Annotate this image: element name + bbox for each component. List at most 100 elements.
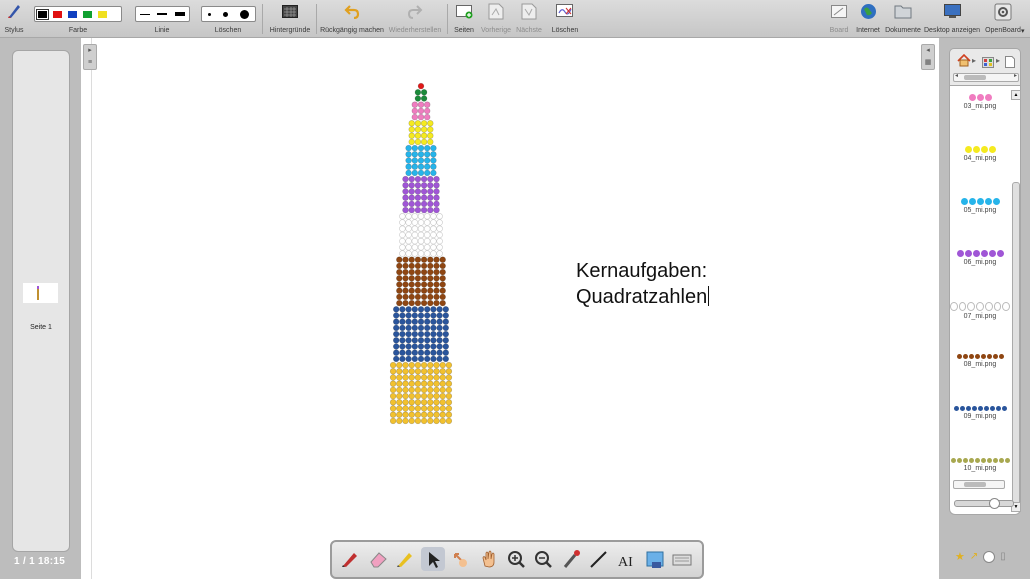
zoom-out-icon [535, 551, 553, 568]
library-breadcrumb: ▸ ▸ ◂ ▸ [949, 48, 1021, 86]
breadcrumb-scrollbar[interactable]: ◂ ▸ [953, 73, 1019, 82]
undo-button[interactable]: Rückgängig machen [320, 0, 384, 37]
laser-tool-button[interactable] [559, 547, 583, 571]
page-thumbnail-list[interactable]: Seite 1 [12, 50, 70, 552]
erase-label: Löschen [214, 27, 242, 34]
favorite-star-icon[interactable]: ★ [955, 550, 965, 563]
library-item-label: 10_mi.png [963, 465, 997, 472]
text-icon: AI [618, 555, 633, 570]
marker-tool-button[interactable] [393, 547, 417, 571]
zoom-slider-handle[interactable] [989, 498, 1000, 509]
library-item-label: 06_mi.png [963, 259, 997, 266]
eraser-medium-button[interactable] [223, 11, 228, 17]
circle-shape-icon[interactable] [983, 550, 996, 563]
redo-icon [407, 3, 423, 19]
color-swatch[interactable] [83, 10, 92, 18]
backgrounds-label: Hintergründe [269, 27, 311, 34]
zoom-out-tool-button[interactable] [531, 547, 555, 571]
library-item[interactable]: 07_mi.png [949, 302, 1011, 320]
library-folder-icon[interactable] [982, 55, 994, 73]
library-actions: ★ ↗ ▯ [955, 550, 1006, 563]
line-thick-button[interactable] [175, 12, 186, 16]
eraser-tool-button[interactable] [366, 547, 390, 571]
pen-tool-button[interactable] [338, 547, 362, 571]
library-item[interactable]: 03_mi.png [950, 94, 1010, 110]
color-swatch[interactable] [68, 10, 77, 18]
board-text-box[interactable]: Kernaufgaben: Quadratzahlen [576, 258, 710, 310]
scroll-thumb[interactable] [964, 75, 986, 80]
previous-page-button[interactable]: Vorherige [478, 0, 514, 37]
scroll-left-icon[interactable]: ◂ [955, 72, 958, 79]
interact-tool-button[interactable] [448, 547, 472, 571]
bead-row-thumbnail [949, 302, 1011, 311]
page-icon[interactable] [1005, 55, 1015, 73]
dropdown-arrow-icon[interactable]: ▾ [1021, 27, 1025, 35]
breadcrumb-arrow-icon: ▸ [996, 56, 1001, 65]
internet-button[interactable]: Internet [853, 0, 883, 37]
show-desktop-button[interactable]: Desktop anzeigen [924, 0, 980, 37]
main-toolbar: Stylus Farbe Linie Löschen Hintergründe [0, 0, 1030, 38]
home-icon[interactable] [957, 53, 971, 72]
library-item[interactable]: 10_mi.png [950, 458, 1010, 472]
keyboard-tool-button[interactable] [669, 547, 693, 571]
line-tool-button[interactable] [586, 547, 610, 571]
next-page-button[interactable]: Nächste [514, 0, 544, 37]
scroll-thumb[interactable] [1012, 182, 1020, 508]
library-item[interactable]: 04_mi.png [950, 146, 1010, 162]
library-item[interactable]: 06_mi.png [950, 250, 1010, 266]
whiteboard-canvas[interactable]: ▸ ≡ ◂ ▦ Kernaufgaben: Quadratzahlen [81, 38, 939, 579]
desktop-label: Desktop anzeigen [924, 27, 981, 34]
line-icon [590, 551, 608, 568]
line-thin-button[interactable] [139, 13, 150, 15]
redo-button[interactable]: Wiederherstellen [386, 0, 444, 37]
color-group: Farbe [32, 0, 124, 37]
background-grid-icon [282, 5, 298, 19]
eraser-small-button[interactable] [208, 12, 211, 16]
backgrounds-button[interactable]: Hintergründe [266, 0, 314, 37]
hand-tool-button[interactable] [476, 547, 500, 571]
library-item[interactable]: 08_mi.png [950, 354, 1010, 368]
bead-layer [393, 306, 449, 363]
bead-row-thumbnail [950, 198, 1010, 205]
line-medium-button[interactable] [157, 13, 168, 15]
board-button[interactable]: Board [826, 0, 852, 37]
library-scrollbar[interactable]: ▲ ▼ [1011, 90, 1021, 512]
zoom-slider[interactable] [954, 498, 1014, 509]
zoom-in-tool-button[interactable] [504, 547, 528, 571]
capture-icon [646, 551, 664, 568]
text-tool-button[interactable]: AI [614, 547, 638, 571]
add-to-page-icon[interactable]: ↗ [970, 551, 978, 562]
documents-button[interactable]: Dokumente [883, 0, 923, 37]
pages-button[interactable]: Seiten [450, 0, 478, 37]
openboard-menu-button[interactable]: OpenBoard [983, 0, 1023, 37]
library-panel: ▸ ▸ ◂ ▸ ▲ ▼ 03_mi.png 04_mi.png 05_mi.pn… [940, 38, 1030, 579]
color-swatch[interactable] [53, 10, 62, 18]
capture-tool-button[interactable] [642, 547, 666, 571]
breadcrumb-arrow-icon: ▸ [972, 56, 977, 65]
eraser-large-button[interactable] [240, 9, 249, 19]
eraser-size-box [201, 6, 256, 22]
hand-icon [482, 550, 495, 568]
gear-icon [994, 3, 1012, 21]
scroll-thumb[interactable] [964, 482, 986, 487]
color-label: Farbe [68, 27, 88, 34]
horizontal-scrollbar[interactable] [953, 480, 1005, 489]
library-item[interactable]: 09_mi.png [950, 406, 1010, 420]
page-thumbnail[interactable] [23, 283, 58, 303]
stylus-palette: AI [330, 540, 704, 579]
color-swatch[interactable] [36, 8, 49, 20]
bead-layer [408, 120, 434, 146]
stylus-icon [6, 3, 22, 19]
clear-page-button[interactable]: Löschen [548, 0, 582, 37]
scroll-right-icon[interactable]: ▸ [1014, 72, 1017, 79]
trash-icon[interactable]: ▯ [1000, 551, 1006, 562]
selector-tool-button[interactable] [420, 547, 445, 571]
toolbar-separator [316, 4, 317, 34]
color-swatch[interactable] [98, 10, 107, 18]
scroll-up-icon[interactable]: ▲ [1011, 90, 1021, 100]
library-item[interactable]: 05_mi.png [950, 198, 1010, 214]
stylus-button[interactable]: Stylus [2, 0, 26, 37]
bead-row-thumbnail [950, 94, 1010, 101]
bead-tower-image[interactable] [81, 38, 939, 579]
library-item-list[interactable]: ▲ ▼ 03_mi.png 04_mi.png 05_mi.png 06_mi.png… [949, 85, 1021, 515]
